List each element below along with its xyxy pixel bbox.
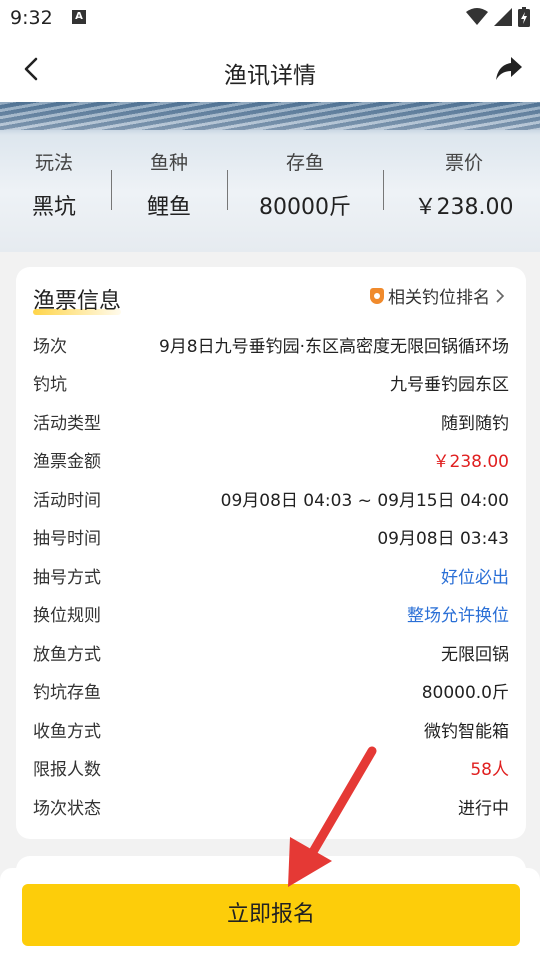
row-value: 09月08日 03:43 [377, 529, 509, 550]
hero-stats: 玩法 黑坑 鱼种 鲤鱼 存鱼 80000斤 票价 ￥238.00 [0, 148, 540, 228]
row-label: 收鱼方式 [33, 721, 101, 742]
info-row-swap-rule: 换位规则 整场允许换位 [33, 595, 509, 634]
stat-value: 黑坑 [31, 195, 76, 220]
row-label: 抽号方式 [33, 567, 101, 588]
row-label: 场次状态 [33, 798, 101, 819]
info-row-pond-stock: 钓坑存鱼 80000.0斤 [33, 672, 509, 711]
row-value: 09月08日 04:03 ~ 09月15日 04:00 [220, 490, 509, 511]
row-value: ￥238.00 [432, 452, 509, 473]
info-row-pond: 钓坑 九号垂钓园东区 [33, 364, 509, 403]
spot-ranking-link[interactable]: 相关钓位排名 [370, 283, 506, 308]
row-value: 无限回锅 [441, 644, 509, 665]
status-icons [466, 7, 530, 27]
stat-play-mode: 玩法 黑坑 [18, 148, 90, 221]
ticket-info-card: 渔票信息 相关钓位排名 场次 9月8日九号垂钓园·东区高密度无限回锅循环场 钓坑… [16, 267, 526, 839]
stat-label: 票价 [444, 152, 483, 174]
row-label: 换位规则 [33, 606, 101, 627]
stat-divider [111, 170, 112, 210]
row-label: 钓坑 [33, 375, 67, 396]
wifi-icon [466, 8, 488, 25]
bottom-action-bar: 立即报名 [0, 868, 540, 960]
stat-fish-species: 鱼种 鲤鱼 [132, 148, 206, 221]
nav-bar: 渔讯详情 [0, 36, 540, 102]
status-bar: 9:32 A [0, 0, 540, 36]
info-row-limit: 限报人数 58人 [33, 749, 509, 788]
signal-icon [494, 8, 512, 26]
draw-method-link[interactable]: 好位必出 [441, 563, 509, 588]
medal-icon [370, 287, 384, 304]
status-time: 9:32 [10, 7, 53, 29]
info-row-status: 场次状态 进行中 [33, 787, 509, 826]
info-row-activity-type: 活动类型 随到随钓 [33, 402, 509, 441]
page-title: 渔讯详情 [224, 63, 316, 89]
row-value: 微钓智能箱 [424, 721, 509, 742]
card-title: 渔票信息 [33, 289, 122, 314]
hero-banner: 玩法 黑坑 鱼种 鲤鱼 存鱼 80000斤 票价 ￥238.00 [0, 102, 540, 252]
row-value: 9月8日九号垂钓园·东区高密度无限回锅循环场 [158, 336, 509, 357]
row-label: 活动时间 [33, 490, 101, 511]
info-rows: 场次 9月8日九号垂钓园·东区高密度无限回锅循环场 钓坑 九号垂钓园东区 活动类… [33, 325, 509, 826]
info-row-session: 场次 9月8日九号垂钓园·东区高密度无限回锅循环场 [33, 325, 509, 364]
stat-divider [383, 170, 384, 210]
info-row-activity-time: 活动时间 09月08日 04:03 ~ 09月15日 04:00 [33, 479, 509, 518]
battery-icon [518, 7, 530, 27]
stat-label: 鱼种 [149, 152, 188, 174]
share-icon[interactable] [494, 53, 524, 83]
row-value: 58人 [470, 760, 509, 781]
keyboard-indicator-icon: A [72, 10, 86, 24]
stat-value: ￥238.00 [414, 195, 514, 220]
info-row-collect-method: 收鱼方式 微钓智能箱 [33, 710, 509, 749]
stat-ticket-price: 票价 ￥238.00 [404, 148, 524, 221]
row-value: 80000.0斤 [421, 683, 509, 704]
stat-label: 玩法 [34, 152, 73, 174]
row-label: 钓坑存鱼 [33, 683, 101, 704]
info-row-release-method: 放鱼方式 无限回锅 [33, 633, 509, 672]
info-row-draw-time: 抽号时间 09月08日 03:43 [33, 518, 509, 557]
info-row-draw-method: 抽号方式 好位必出 [33, 556, 509, 595]
stat-value: 80000斤 [259, 195, 351, 220]
signup-button[interactable]: 立即报名 [22, 884, 520, 946]
row-value: 九号垂钓园东区 [390, 375, 509, 396]
chevron-right-icon [496, 288, 505, 303]
stat-divider [227, 170, 228, 210]
spot-ranking-label: 相关钓位排名 [388, 288, 490, 308]
swap-rule-link[interactable]: 整场允许换位 [407, 601, 509, 626]
row-label: 活动类型 [33, 413, 101, 434]
hero-background-image [0, 102, 540, 130]
row-label: 场次 [33, 336, 67, 357]
row-label: 限报人数 [33, 760, 101, 781]
stat-fish-stock: 存鱼 80000斤 [245, 148, 365, 221]
status-value: 进行中 [458, 798, 509, 819]
row-label: 抽号时间 [33, 529, 101, 550]
row-label: 放鱼方式 [33, 644, 101, 665]
row-label: 渔票金额 [33, 452, 101, 473]
stat-label: 存鱼 [285, 152, 324, 174]
stat-value: 鲤鱼 [146, 195, 191, 220]
info-row-ticket-amount: 渔票金额 ￥238.00 [33, 441, 509, 480]
row-value: 随到随钓 [441, 413, 509, 434]
